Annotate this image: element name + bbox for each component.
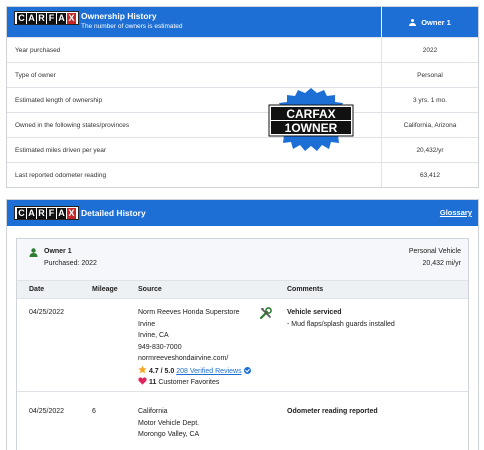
user-icon: [409, 18, 417, 26]
column-date: Date: [29, 286, 45, 293]
carfax-logo: CARFAX: [14, 206, 79, 220]
svg-text:1OWNER: 1OWNER: [285, 121, 338, 135]
ownership-history-section: CARFAX Ownership History The number of o…: [6, 6, 479, 188]
column-source: Source: [138, 286, 162, 293]
detailed-history-section: CARFAX Detailed History Glossary Owner 1…: [6, 199, 479, 450]
ownership-row-odometer: Last reported odometer reading 63,412: [7, 162, 478, 187]
ownership-history-title: Ownership History: [81, 11, 157, 21]
heart-icon: [138, 377, 147, 385]
glossary-link[interactable]: Glossary: [440, 208, 472, 217]
owner-miles-per-year: 20,432 mi/yr: [422, 260, 461, 267]
record-2-comments: Odometer reading reported: [287, 408, 378, 415]
ownership-row-miles: Estimated miles driven per year 20,432/y…: [7, 137, 478, 162]
verified-check-icon: [243, 367, 251, 374]
carfax-logo: CARFAX: [14, 11, 79, 25]
record-2-mileage: 6: [92, 408, 96, 415]
favorites-label: Customer Favorites: [158, 379, 220, 386]
ownership-history-subtitle: The number of owners is estimated: [81, 23, 183, 30]
owner-vehicle-type: Personal Vehicle: [408, 248, 461, 255]
ownership-history-header: CARFAX Ownership History The number of o…: [7, 7, 478, 37]
ownership-row-year-purchased: Year purchased 2022: [7, 37, 478, 62]
owner-1-column-header: Owner 1: [381, 7, 478, 37]
owner-card-header: Owner 1 Purchased: 2022 Personal Vehicle…: [17, 239, 468, 280]
history-table-header: Date Mileage Source Comments: [17, 280, 468, 299]
detailed-history-title: Detailed History: [81, 208, 146, 218]
record-1-source: Norm Reeves Honda Superstore Irvine Irvi…: [138, 309, 240, 362]
detailed-history-header: CARFAX Detailed History Glossary: [7, 200, 478, 226]
owner-purchased: Purchased: 2022: [44, 260, 97, 267]
record-1-comments: Vehicle serviced - Mud flaps/splash guar…: [287, 309, 395, 328]
record-divider: [17, 391, 468, 392]
dealer-rating-row: 4.7 / 5.0 208 Verified Reviews: [138, 365, 251, 378]
dealer-rating: 4.7 / 5.0: [148, 368, 175, 375]
ownership-row-states: Owned in the following states/provinces …: [7, 112, 478, 137]
owner-1-history-card: Owner 1 Purchased: 2022 Personal Vehicle…: [16, 238, 469, 450]
star-icon: [138, 365, 147, 374]
ownership-row-type-of-owner: Type of owner Personal: [7, 62, 478, 87]
carfax-1-owner-badge: CARFAX 1OWNER: [268, 88, 354, 151]
customer-favorites-row: 11 Customer Favorites: [138, 377, 219, 389]
owner-name: Owner 1: [44, 248, 72, 255]
record-1-date: 04/25/2022: [29, 309, 65, 316]
ownership-row-length: Estimated length of ownership 3 yrs. 1 m…: [7, 87, 478, 112]
record-2-date: 04/25/2022: [29, 408, 65, 415]
verified-reviews-link[interactable]: 208 Verified Reviews: [176, 368, 241, 375]
favorites-count: 11: [148, 379, 157, 386]
column-comments: Comments: [287, 286, 324, 293]
owner-person-icon: [29, 248, 38, 257]
column-mileage: Mileage: [92, 286, 118, 293]
record-2-source: California Motor Vehicle Dept. Morongo V…: [138, 408, 200, 438]
svg-text:CARFAX: CARFAX: [286, 107, 335, 121]
service-tools-icon: [259, 307, 272, 320]
